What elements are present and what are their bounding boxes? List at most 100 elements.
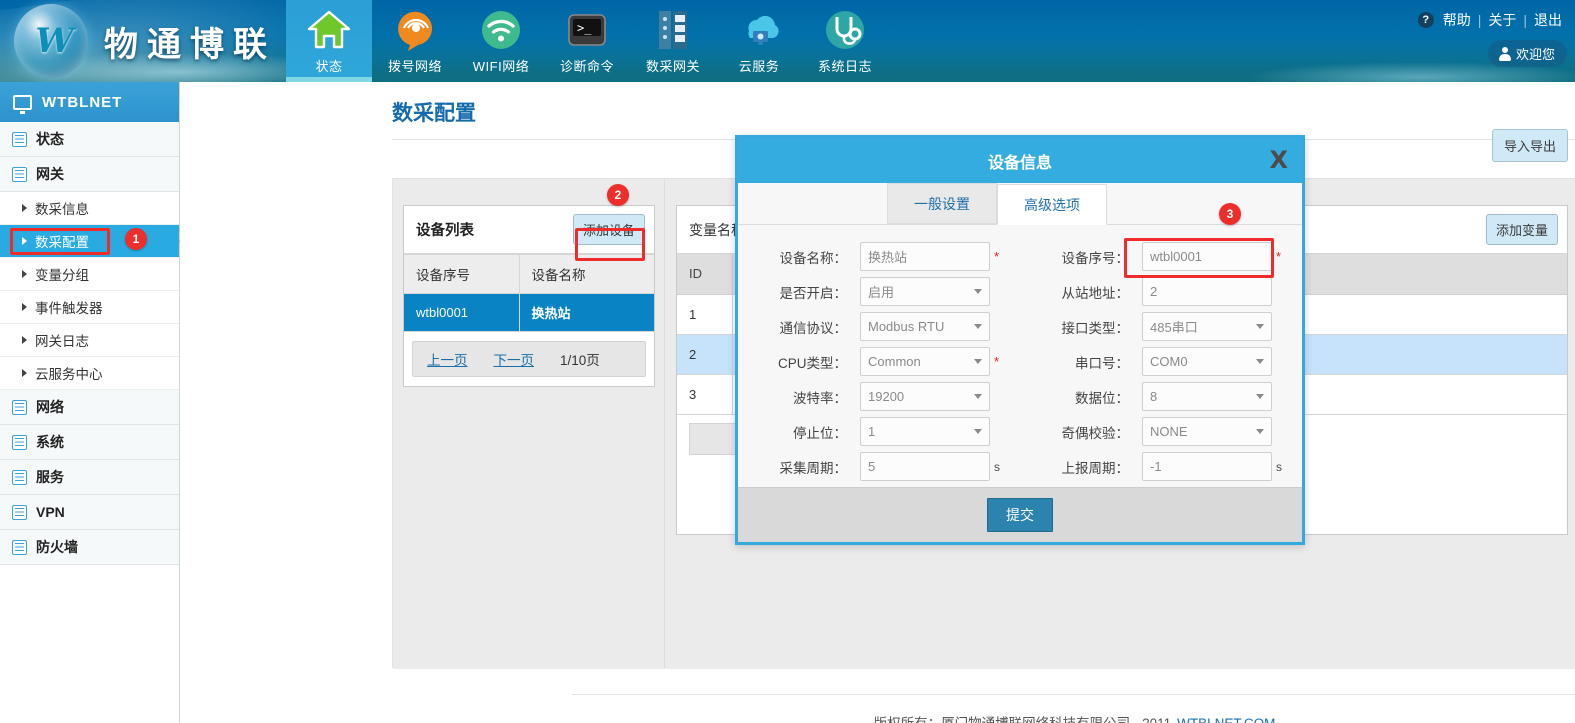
nav-item-diagnostic-command[interactable]: >_ 诊断命令 bbox=[544, 0, 630, 82]
tab-general-settings[interactable]: 一般设置 bbox=[887, 183, 997, 224]
nav-label: 拨号网络 bbox=[387, 59, 442, 74]
sidebar-item-gateway[interactable]: 网关 bbox=[0, 157, 179, 192]
marker-number: 3 bbox=[1226, 207, 1234, 221]
footer-divider bbox=[572, 694, 1575, 695]
sidebar-item-data-collection-info[interactable]: 数采信息 bbox=[0, 192, 179, 225]
close-icon[interactable]: X bbox=[1269, 146, 1288, 174]
chevron-right-icon bbox=[22, 237, 27, 245]
top-right-links: ? 帮助 | 关于 | 退出 bbox=[1417, 10, 1567, 30]
sidebar-item-label: 状态 bbox=[36, 131, 64, 147]
sidebar-item-service[interactable]: 服务 bbox=[0, 460, 179, 495]
unit-label: s bbox=[1276, 459, 1282, 474]
report-period-input[interactable] bbox=[1142, 452, 1272, 481]
nav-item-data-gateway[interactable]: 数采网关 bbox=[630, 0, 716, 82]
annotation-marker-1: 1 bbox=[125, 228, 147, 250]
device-table-header-row: 设备序号 设备名称 bbox=[404, 254, 654, 294]
top-header-bar: W 物通博联 状态 拨号网络 WIFI网络 >_ 诊断命令 数采网关 云服务 系… bbox=[0, 0, 1575, 82]
sidebar-item-status[interactable]: 状态 bbox=[0, 122, 179, 157]
logout-link[interactable]: 退出 bbox=[1534, 10, 1562, 30]
data-bits-select[interactable] bbox=[1142, 382, 1272, 411]
sidebar-item-system[interactable]: 系统 bbox=[0, 425, 179, 460]
nav-label: 云服务 bbox=[738, 59, 780, 74]
link-separator: | bbox=[1523, 12, 1527, 28]
stethoscope-icon bbox=[822, 7, 868, 53]
next-page-link[interactable]: 下一页 bbox=[494, 349, 535, 369]
sidebar-header: WTBLNET bbox=[0, 82, 179, 122]
form-field-protocol: 通信协议： bbox=[738, 312, 1020, 341]
monitor-icon bbox=[13, 94, 32, 114]
device-name-input[interactable] bbox=[860, 242, 990, 271]
footer-site-link[interactable]: WTBLNET.COM bbox=[1177, 716, 1275, 723]
baud-rate-select[interactable] bbox=[860, 382, 990, 411]
sidebar-item-variable-group[interactable]: 变量分组 bbox=[0, 258, 179, 291]
form-row: 停止位： 奇偶校验： bbox=[738, 414, 1302, 449]
sidebar-item-data-collection-config[interactable]: 数采配置 bbox=[0, 225, 192, 258]
sidebar-item-firewall[interactable]: 防火墙 bbox=[0, 530, 179, 565]
parity-select[interactable] bbox=[1142, 417, 1272, 446]
sidebar-item-gateway-log[interactable]: 网关日志 bbox=[0, 324, 179, 357]
modal-form-body: 设备名称： * 设备序号： * 是否开启： bbox=[738, 225, 1302, 505]
unit-label: s bbox=[994, 459, 1000, 474]
field-control bbox=[1142, 347, 1272, 376]
help-link[interactable]: 帮助 bbox=[1443, 10, 1471, 30]
footer: 版权所有：厦门物通博联网络科技有限公司 · 2011 WTBLNET.COM bbox=[572, 712, 1575, 723]
field-label: 从站地址： bbox=[1061, 285, 1130, 301]
collect-period-input[interactable] bbox=[860, 452, 990, 481]
device-pagination: 上一页 下一页 1/10页 bbox=[412, 341, 646, 377]
submit-button[interactable]: 提交 bbox=[987, 498, 1053, 532]
add-variable-button[interactable]: 添加变量 bbox=[1485, 214, 1558, 245]
tab-advanced-options[interactable]: 高级选项 bbox=[997, 184, 1107, 225]
stop-bits-select[interactable] bbox=[860, 417, 990, 446]
form-field-enabled: 是否开启： bbox=[738, 277, 1020, 306]
nav-item-dialup-network[interactable]: 拨号网络 bbox=[372, 0, 458, 82]
field-control bbox=[860, 277, 990, 306]
device-table-row[interactable]: wtbl0001 换热站 bbox=[404, 293, 654, 332]
form-field-device-name: 设备名称： * bbox=[738, 242, 1020, 271]
sidebar: WTBLNET 状态 网关 数采信息 数采配置 变量分组 事件触发器 网关日志 … bbox=[0, 82, 192, 723]
slave-address-input[interactable] bbox=[1142, 277, 1272, 306]
sidebar-item-network[interactable]: 网络 bbox=[0, 390, 179, 425]
chevron-right-icon bbox=[22, 336, 27, 344]
nav-item-status[interactable]: 状态 bbox=[286, 0, 372, 82]
sidebar-item-label: 云服务中心 bbox=[35, 367, 103, 382]
svg-text:>_: >_ bbox=[577, 21, 592, 35]
device-column-serial: 设备序号 bbox=[404, 254, 520, 294]
sidebar-item-cloud-center[interactable]: 云服务中心 bbox=[0, 357, 179, 390]
prev-page-link[interactable]: 上一页 bbox=[427, 349, 468, 369]
field-control bbox=[1142, 312, 1272, 341]
field-control bbox=[1142, 277, 1272, 306]
about-link[interactable]: 关于 bbox=[1488, 10, 1516, 30]
help-question-icon: ? bbox=[1417, 12, 1434, 28]
form-field-report-period: 上报周期： s bbox=[1020, 452, 1302, 481]
device-list-title: 设备列表 bbox=[416, 223, 474, 239]
sidebar-item-event-trigger[interactable]: 事件触发器 bbox=[0, 291, 179, 324]
form-field-interface-type: 接口类型： bbox=[1020, 312, 1302, 341]
enabled-select[interactable] bbox=[860, 277, 990, 306]
dialup-network-icon bbox=[392, 7, 438, 53]
device-column-name: 设备名称 bbox=[519, 254, 654, 294]
field-label: 采集周期： bbox=[779, 460, 848, 476]
form-row: 通信协议： 接口类型： bbox=[738, 309, 1302, 344]
annotation-marker-2: 2 bbox=[607, 184, 629, 206]
device-serial-input[interactable] bbox=[1142, 242, 1272, 271]
chevron-right-icon bbox=[22, 303, 27, 311]
list-icon bbox=[12, 166, 27, 182]
interface-type-select[interactable] bbox=[1142, 312, 1272, 341]
nav-item-wifi-network[interactable]: WIFI网络 bbox=[458, 0, 544, 82]
add-device-button[interactable]: 添加设备 bbox=[572, 214, 645, 245]
nav-item-system-log[interactable]: 系统日志 bbox=[802, 0, 888, 82]
import-export-button[interactable]: 导入导出 bbox=[1491, 129, 1568, 162]
nav-item-cloud-service[interactable]: 云服务 bbox=[716, 0, 802, 82]
cpu-type-select[interactable] bbox=[860, 347, 990, 376]
sidebar-item-vpn[interactable]: VPN bbox=[0, 495, 179, 530]
page-indicator: 1/10页 bbox=[560, 353, 600, 368]
nav-label: WIFI网络 bbox=[472, 59, 530, 74]
terminal-icon: >_ bbox=[564, 7, 610, 53]
welcome-badge[interactable]: 欢迎您 bbox=[1487, 40, 1567, 67]
list-icon bbox=[12, 434, 27, 450]
nav-label: 数采网关 bbox=[645, 59, 700, 74]
device-list-box: 设备列表 添加设备 设备序号 设备名称 wtbl0001 换热站 上一页 下一页… bbox=[403, 205, 655, 387]
protocol-select[interactable] bbox=[860, 312, 990, 341]
field-control bbox=[860, 347, 990, 376]
serial-port-select[interactable] bbox=[1142, 347, 1272, 376]
